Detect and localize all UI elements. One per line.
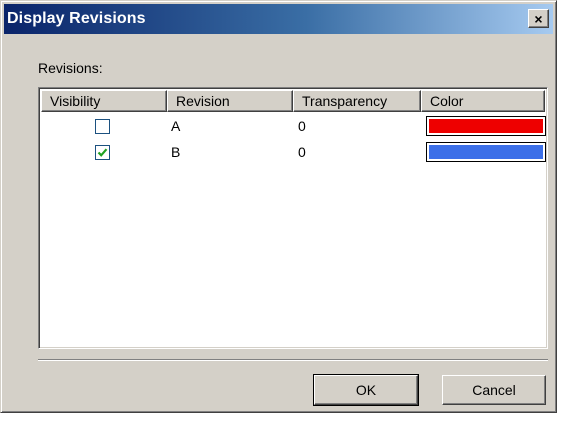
color-fill [429, 145, 543, 159]
window-title: Display Revisions [7, 10, 146, 27]
column-header-color[interactable]: Color [421, 90, 545, 112]
separator [38, 359, 548, 361]
revision-cell: A [171, 118, 181, 134]
close-icon: × [534, 10, 543, 27]
column-header-transparency[interactable]: Transparency [293, 90, 421, 112]
table-row[interactable]: A 0 [41, 116, 546, 140]
color-fill [429, 119, 543, 133]
list-header: Visibility Revision Transparency Color [41, 90, 545, 112]
close-button[interactable]: × [528, 9, 549, 28]
display-revisions-dialog: Display Revisions × Revisions: Visibilit… [0, 0, 557, 413]
revisions-label: Revisions: [38, 60, 103, 76]
visibility-checkbox[interactable] [95, 119, 110, 134]
column-header-revision[interactable]: Revision [167, 90, 293, 112]
cancel-button[interactable]: Cancel [442, 375, 546, 405]
table-row[interactable]: B 0 [41, 142, 546, 166]
check-icon [97, 148, 108, 157]
revisions-list[interactable]: Visibility Revision Transparency Color A… [38, 87, 548, 349]
column-header-visibility[interactable]: Visibility [41, 90, 167, 112]
transparency-cell: 0 [298, 118, 306, 134]
color-swatch[interactable] [426, 142, 546, 162]
ok-button[interactable]: OK [313, 374, 419, 406]
color-swatch[interactable] [426, 116, 546, 136]
transparency-cell: 0 [298, 144, 306, 160]
revision-cell: B [171, 144, 181, 160]
visibility-checkbox[interactable] [95, 145, 110, 160]
title-bar[interactable]: Display Revisions × [4, 4, 553, 34]
